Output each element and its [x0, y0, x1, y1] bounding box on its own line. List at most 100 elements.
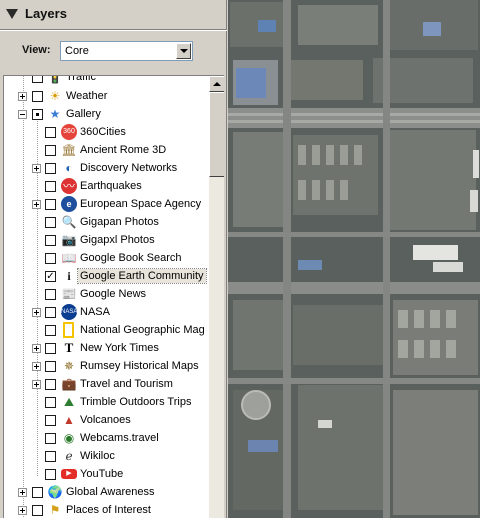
webcam-icon: ◉ — [63, 431, 75, 445]
checkbox[interactable] — [45, 181, 56, 192]
sun-icon: ☀ — [49, 89, 61, 103]
checkbox[interactable] — [45, 307, 56, 318]
tree-row-360cities[interactable]: 360 360Cities — [4, 123, 209, 141]
tree-row-label: Earthquakes — [80, 180, 142, 192]
checkbox[interactable] — [45, 451, 56, 462]
chevron-down-icon[interactable] — [176, 43, 191, 59]
checkbox[interactable] — [32, 76, 43, 83]
tree-row-travel[interactable]: 💼 Travel and Tourism — [4, 375, 209, 393]
expand-plus-icon[interactable] — [32, 380, 41, 389]
collapse-minus-icon[interactable] — [18, 110, 27, 119]
natgeo-icon — [63, 322, 74, 338]
tree-row-label: Google Book Search — [80, 252, 182, 264]
tree-row-google-news[interactable]: 📰 Google News — [4, 285, 209, 303]
tree-row-label: Ancient Rome 3D — [80, 144, 167, 156]
expand-plus-icon[interactable] — [32, 344, 41, 353]
tree-row-global-awareness[interactable]: 🌍 Global Awareness — [4, 483, 209, 501]
tree-row-label: YouTube — [80, 468, 124, 480]
globe-icon: ◐ — [65, 161, 73, 175]
wikiloc-icon: ℯ — [65, 449, 73, 463]
tree-row-label: European Space Agency — [80, 198, 202, 210]
checkbox[interactable] — [45, 253, 56, 264]
checkbox-checked[interactable]: ✓ — [45, 271, 56, 282]
tree-row-gallery[interactable]: ★ Gallery — [4, 105, 209, 123]
tree-row-label: Gigapxl Photos — [80, 234, 155, 246]
tree-scrollbar[interactable] — [209, 76, 224, 518]
star-icon: ★ — [49, 107, 61, 121]
tree-row-label: New York Times — [80, 342, 159, 354]
tree-row-volcanoes[interactable]: ▲ Volcanoes — [4, 411, 209, 429]
tree-row-places[interactable]: ⚑ Places of Interest — [4, 501, 209, 518]
tree-row-ancient-rome[interactable]: 🏛 Ancient Rome 3D — [4, 141, 209, 159]
checkbox[interactable] — [32, 487, 43, 498]
tree-row-label: Webcams.travel — [80, 432, 159, 444]
checkbox[interactable] — [45, 469, 56, 480]
expand-plus-icon[interactable] — [32, 164, 41, 173]
checkbox[interactable] — [45, 397, 56, 408]
tree-row-rumsey[interactable]: ✵ Rumsey Historical Maps — [4, 357, 209, 375]
checkbox[interactable] — [45, 379, 56, 390]
tree-row-earth-community[interactable]: ✓ i Google Earth Community — [4, 267, 209, 285]
expand-plus-icon[interactable] — [18, 92, 27, 101]
tree-row-trimble[interactable]: ⛰ Trimble Outdoors Trips — [4, 393, 209, 411]
checkbox[interactable] — [45, 433, 56, 444]
collapse-triangle-icon[interactable] — [6, 9, 18, 19]
layers-header[interactable]: Layers — [0, 0, 227, 31]
tree-row-nasa[interactable]: NASA NASA — [4, 303, 209, 321]
scrollbar-thumb[interactable] — [209, 92, 224, 177]
tree-row-label: Volcanoes — [80, 414, 131, 426]
nasa-icon: NASA — [61, 304, 77, 320]
checkbox[interactable] — [45, 343, 56, 354]
expand-plus-icon[interactable] — [18, 506, 27, 515]
scroll-up-icon[interactable] — [209, 76, 224, 92]
esa-icon: e — [61, 196, 77, 212]
expand-plus-icon[interactable] — [32, 200, 41, 209]
tree-row-traffic[interactable]: 🚦 Traffic — [4, 76, 209, 86]
tree-row-webcams[interactable]: ◉ Webcams.travel — [4, 429, 209, 447]
route-icon: ⛰ — [63, 395, 75, 409]
expand-plus-icon[interactable] — [18, 488, 27, 497]
camera-icon: 📷 — [61, 233, 77, 247]
info-icon: i — [67, 269, 71, 283]
checkbox[interactable] — [45, 361, 56, 372]
tree-row-label: National Geographic Mag — [80, 324, 205, 336]
checkbox[interactable] — [45, 199, 56, 210]
tree-row-book-search[interactable]: 📖 Google Book Search — [4, 249, 209, 267]
tree-row-label: Places of Interest — [66, 504, 151, 516]
tree-row-label: Google Earth Community — [77, 268, 207, 284]
checkbox[interactable] — [45, 289, 56, 300]
book-icon: 📖 — [61, 251, 77, 265]
tree-row-youtube[interactable]: ▶ YouTube — [4, 465, 209, 483]
checkbox[interactable] — [32, 505, 43, 516]
tree-row-earthquakes[interactable]: 〰 Earthquakes — [4, 177, 209, 195]
tree-row-gigapxl[interactable]: 📷 Gigapxl Photos — [4, 231, 209, 249]
expand-plus-icon[interactable] — [32, 362, 41, 371]
tree-row-weather[interactable]: ☀ Weather — [4, 87, 209, 105]
nyt-icon: T — [64, 340, 74, 355]
layers-tree: 🚦 Traffic ☀ Weather ★ Gallery 360 360Cit… — [3, 75, 224, 518]
checkbox-partial[interactable] — [32, 109, 43, 120]
tree-row-wikiloc[interactable]: ℯ Wikiloc — [4, 447, 209, 465]
panel-title: Layers — [25, 6, 67, 21]
tree-row-label: Travel and Tourism — [80, 378, 173, 390]
checkbox[interactable] — [45, 415, 56, 426]
expand-plus-icon[interactable] — [32, 308, 41, 317]
checkbox[interactable] — [45, 235, 56, 246]
view-dropdown[interactable]: Core — [60, 41, 193, 61]
columns-icon: 🏛 — [61, 143, 77, 157]
tree-row-label: NASA — [80, 306, 110, 318]
checkbox[interactable] — [45, 217, 56, 228]
checkbox[interactable] — [32, 91, 43, 102]
tree-row-natgeo[interactable]: National Geographic Mag — [4, 321, 209, 339]
volcano-icon: ▲ — [63, 413, 75, 427]
checkbox[interactable] — [45, 163, 56, 174]
magnifier-icon: 🔍 — [61, 215, 77, 229]
checkbox[interactable] — [45, 145, 56, 156]
tree-row-esa[interactable]: e European Space Agency — [4, 195, 209, 213]
tree-row-nyt[interactable]: T New York Times — [4, 339, 209, 357]
tree-row-discovery[interactable]: ◐ Discovery Networks — [4, 159, 209, 177]
satellite-map-view[interactable] — [228, 0, 480, 518]
checkbox[interactable] — [45, 127, 56, 138]
checkbox[interactable] — [45, 325, 56, 336]
tree-row-gigapan[interactable]: 🔍 Gigapan Photos — [4, 213, 209, 231]
